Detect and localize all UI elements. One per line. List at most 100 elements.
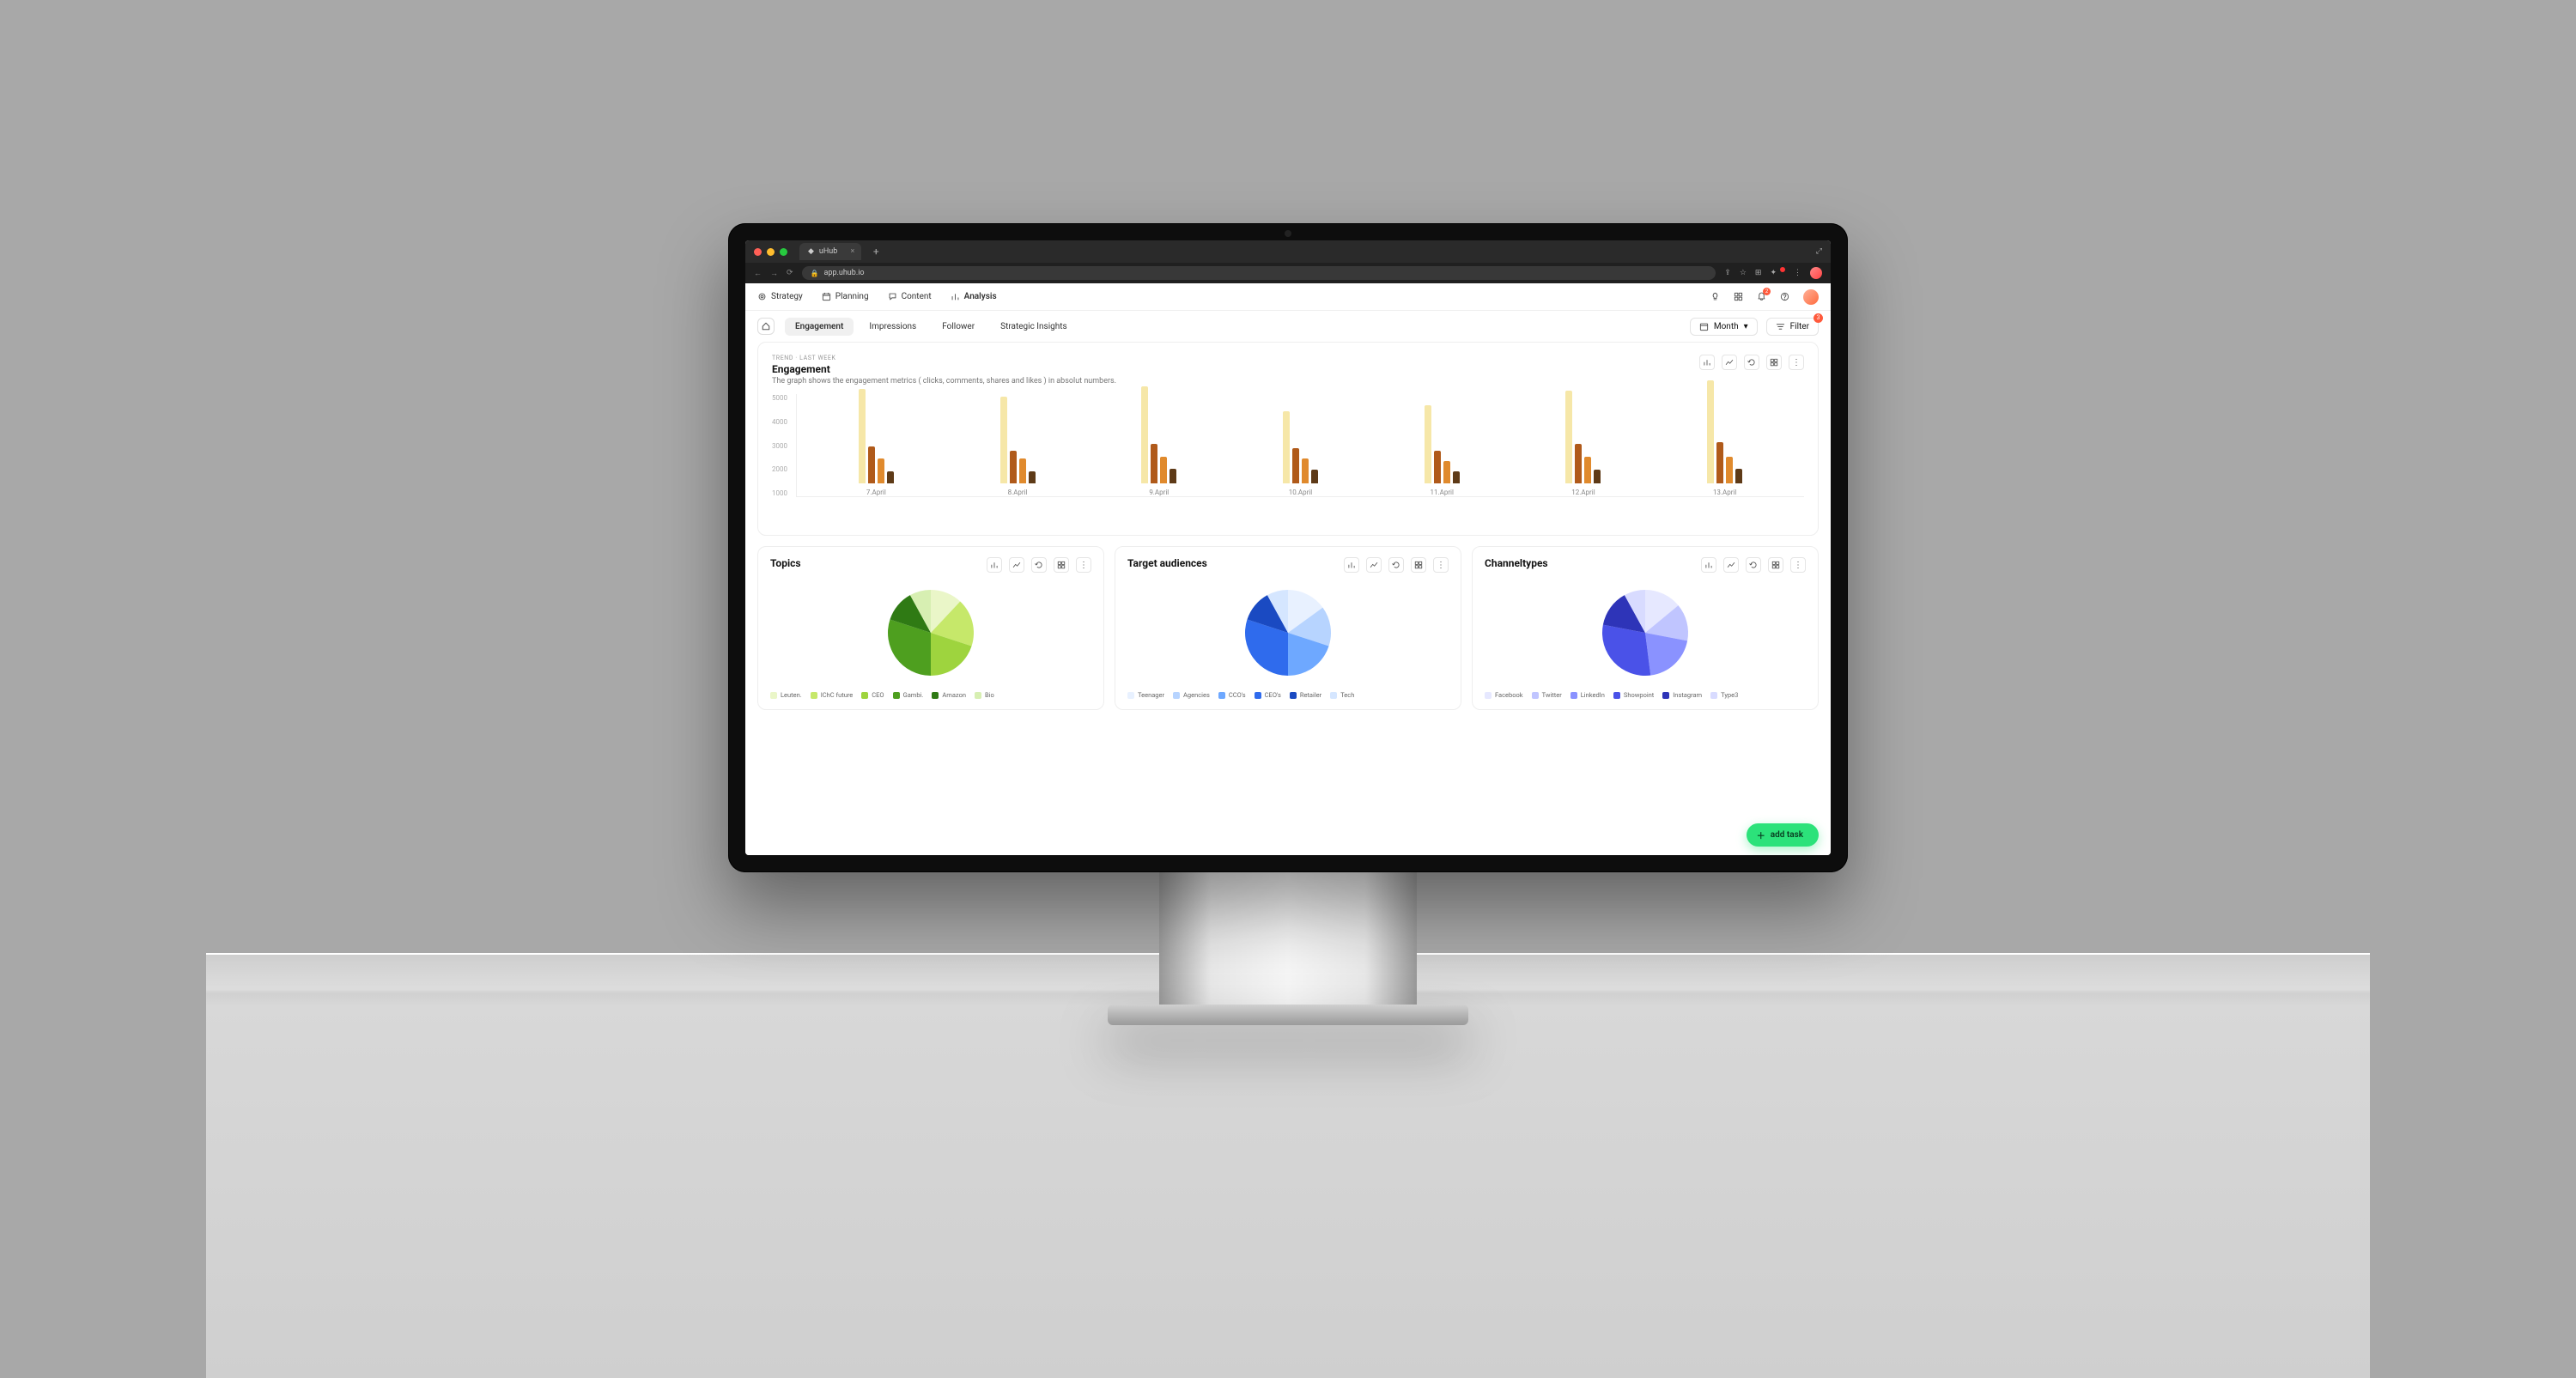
legend-item[interactable]: IChC future (811, 691, 854, 699)
tab-strategic-insights[interactable]: Strategic Insights (990, 318, 1078, 336)
view-line-icon[interactable] (1009, 557, 1024, 573)
kebab-menu-icon[interactable]: ⋮ (1794, 269, 1801, 277)
legend-item[interactable]: Facebook (1485, 691, 1523, 699)
lightbulb-icon[interactable] (1710, 292, 1720, 301)
refresh-icon[interactable] (1031, 557, 1047, 573)
legend-item[interactable]: CEO (861, 691, 884, 699)
bar[interactable] (1000, 397, 1007, 483)
maximize-window-icon[interactable] (780, 248, 787, 256)
bar[interactable] (1170, 469, 1176, 483)
bar[interactable] (1425, 405, 1431, 483)
legend-item[interactable]: Instagram (1662, 691, 1702, 699)
bar[interactable] (1565, 391, 1572, 483)
star-icon[interactable]: ☆ (1740, 269, 1747, 277)
view-line-icon[interactable] (1722, 355, 1737, 370)
bar[interactable] (1029, 471, 1036, 483)
nav-reload-icon[interactable]: ⟳ (787, 269, 793, 277)
more-icon[interactable]: ⋮ (1433, 557, 1449, 573)
new-tab-button[interactable]: + (868, 246, 884, 258)
bar[interactable] (1283, 411, 1290, 483)
nav-back-icon[interactable]: ← (754, 269, 762, 278)
view-bar-icon[interactable] (1701, 557, 1716, 573)
refresh-icon[interactable] (1388, 557, 1404, 573)
grid-icon[interactable] (1768, 557, 1783, 573)
help-icon[interactable] (1780, 292, 1789, 301)
minimize-window-icon[interactable] (767, 248, 775, 256)
legend-item[interactable]: Retailer (1290, 691, 1321, 699)
tab-engagement[interactable]: Engagement (785, 318, 854, 336)
bar[interactable] (1594, 470, 1601, 483)
legend-item[interactable]: Type3 (1710, 691, 1738, 699)
bar[interactable] (1010, 451, 1017, 483)
refresh-icon[interactable] (1746, 557, 1761, 573)
bar[interactable] (1160, 457, 1167, 483)
view-line-icon[interactable] (1366, 557, 1382, 573)
nav-analysis[interactable]: Analysis (951, 292, 997, 301)
bar[interactable] (887, 471, 894, 483)
home-button[interactable] (757, 318, 775, 335)
bar[interactable] (1707, 380, 1714, 483)
nav-planning[interactable]: Planning (822, 292, 869, 301)
nav-forward-icon[interactable]: → (770, 269, 778, 278)
grid-icon[interactable] (1766, 355, 1782, 370)
filter-button[interactable]: Filter 3 (1766, 318, 1819, 336)
tab-impressions[interactable]: Impressions (859, 318, 927, 336)
period-select[interactable]: Month ▾ (1690, 318, 1758, 336)
legend-item[interactable]: Teenager (1127, 691, 1164, 699)
nav-content[interactable]: Content (888, 292, 932, 301)
close-tab-icon[interactable]: × (851, 247, 855, 256)
puzzle-icon[interactable]: ✦ (1770, 269, 1777, 277)
user-avatar[interactable] (1803, 289, 1819, 305)
bar[interactable] (1302, 458, 1309, 483)
bar[interactable] (1019, 458, 1026, 483)
more-icon[interactable]: ⋮ (1790, 557, 1806, 573)
grid-icon[interactable] (1411, 557, 1426, 573)
legend-item[interactable]: LinkedIn (1571, 691, 1605, 699)
more-icon[interactable]: ⋮ (1789, 355, 1804, 370)
bar[interactable] (1453, 471, 1460, 483)
tab-follower[interactable]: Follower (932, 318, 985, 336)
legend-item[interactable]: Bio (975, 691, 994, 699)
browser-profile-avatar[interactable] (1810, 267, 1822, 279)
view-line-icon[interactable] (1723, 557, 1739, 573)
bar[interactable] (859, 389, 866, 483)
legend-item[interactable]: Showpoint (1613, 691, 1654, 699)
close-window-icon[interactable] (754, 248, 762, 256)
share-icon[interactable]: ⇪ (1724, 269, 1731, 277)
bar[interactable] (1443, 461, 1450, 483)
bar[interactable] (1716, 442, 1723, 483)
view-bar-icon[interactable] (987, 557, 1002, 573)
window-controls[interactable] (754, 248, 787, 256)
address-field[interactable]: 🔒 app.uhub.io (802, 266, 1716, 280)
notifications-button[interactable]: 2 (1757, 291, 1766, 303)
bar[interactable] (1584, 457, 1591, 483)
bar[interactable] (868, 446, 875, 483)
bar[interactable] (1575, 444, 1582, 483)
window-expand-icon[interactable]: ⤢ (1816, 247, 1822, 256)
more-icon[interactable]: ⋮ (1076, 557, 1091, 573)
refresh-icon[interactable] (1744, 355, 1759, 370)
legend-item[interactable]: CCO's (1218, 691, 1246, 699)
bar[interactable] (1151, 444, 1157, 483)
legend-item[interactable]: CEO's (1255, 691, 1281, 699)
add-task-button[interactable]: ＋ add task (1747, 823, 1819, 847)
browser-tab[interactable]: ◆ uHub × (799, 243, 861, 260)
grid-icon[interactable] (1734, 292, 1743, 301)
bar[interactable] (1735, 469, 1742, 483)
bar[interactable] (1726, 457, 1733, 483)
nav-strategy[interactable]: Strategy (757, 292, 803, 301)
view-bar-icon[interactable] (1699, 355, 1715, 370)
legend-item[interactable]: Gambi. (893, 691, 924, 699)
legend-item[interactable]: Tech (1330, 691, 1354, 699)
bar[interactable] (1311, 470, 1318, 483)
legend-item[interactable]: Agencies (1173, 691, 1210, 699)
extensions-icon[interactable]: ⊞ (1755, 269, 1762, 277)
bar[interactable] (1141, 386, 1148, 483)
bar[interactable] (1434, 451, 1441, 483)
legend-item[interactable]: Twitter (1532, 691, 1562, 699)
view-bar-icon[interactable] (1344, 557, 1359, 573)
grid-icon[interactable] (1054, 557, 1069, 573)
legend-item[interactable]: Leuten. (770, 691, 802, 699)
bar[interactable] (878, 458, 884, 483)
legend-item[interactable]: Amazon (932, 691, 966, 699)
